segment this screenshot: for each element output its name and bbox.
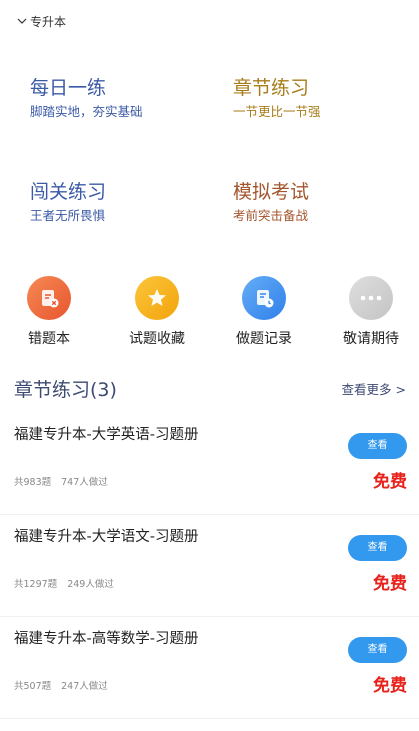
book-name: 福建专升本-大学英语-习题册 (14, 427, 199, 443)
tile-mock-exam[interactable]: 模拟考试 考前突击备战 (233, 180, 309, 225)
more-dots-icon (349, 276, 393, 320)
tile-daily-practice[interactable]: 每日一练 脚踏实地，夯实基础 (30, 76, 143, 121)
tile-subtitle: 脚踏实地，夯实基础 (30, 104, 143, 119)
book-stats: 共1297题 249人做过 (14, 576, 114, 590)
tile-title: 模拟考试 (233, 181, 310, 203)
tile-level-practice[interactable]: 闯关练习 王者无所畏惧 (30, 180, 106, 225)
view-button[interactable]: 查看 (348, 535, 407, 561)
view-button[interactable]: 查看 (348, 637, 407, 663)
shortcut-label: 敬请期待 (343, 331, 399, 347)
tile-subtitle: 王者无所畏惧 (30, 208, 106, 223)
wrong-book-icon (27, 276, 71, 320)
shortcut-wrong-book[interactable]: 错题本 (4, 276, 94, 348)
record-icon (242, 276, 286, 320)
price-badge: 免费 (373, 676, 407, 696)
shortcut-coming-soon[interactable]: 敬请期待 (326, 276, 416, 348)
done-count: 249人做过 (67, 579, 114, 590)
tile-title: 章节练习 (233, 77, 310, 99)
done-count: 247人做过 (61, 681, 108, 692)
list-item[interactable]: 福建专升本-高等数学-习题册 查看 共507题 247人做过 免费 (0, 617, 419, 719)
question-count: 共507题 (14, 681, 52, 692)
chevron-down-icon (17, 18, 27, 24)
tile-subtitle: 一节更比一节强 (233, 104, 321, 119)
book-stats: 共507题 247人做过 (14, 678, 108, 692)
shortcut-label: 试题收藏 (129, 331, 185, 347)
shortcut-favorites[interactable]: 试题收藏 (112, 276, 202, 348)
tile-subtitle: 考前突击备战 (233, 208, 309, 223)
section-title: 章节练习(3) (14, 379, 117, 401)
star-icon (135, 276, 179, 320)
price-badge: 免费 (373, 574, 407, 594)
course-selector[interactable]: 专升本 (16, 12, 66, 30)
book-stats: 共983题 747人做过 (14, 474, 108, 488)
tile-title: 每日一练 (30, 77, 107, 99)
view-button[interactable]: 查看 (348, 433, 407, 459)
shortcut-label: 错题本 (28, 331, 70, 347)
shortcut-records[interactable]: 做题记录 (219, 276, 309, 348)
see-more-link[interactable]: 查看更多 > (342, 379, 406, 398)
chapter-section-header: 章节练习(3) 查看更多 > (14, 375, 406, 401)
question-count: 共1297题 (14, 579, 58, 590)
list-item[interactable]: 福建专升本-大学语文-习题册 查看 共1297题 249人做过 免费 (0, 515, 419, 617)
book-name: 福建专升本-高等数学-习题册 (14, 631, 199, 647)
tile-title: 闯关练习 (30, 181, 107, 203)
book-name: 福建专升本-大学语文-习题册 (14, 529, 199, 545)
course-title: 专升本 (30, 14, 67, 29)
done-count: 747人做过 (61, 477, 108, 488)
price-badge: 免费 (373, 472, 407, 492)
tile-chapter-practice[interactable]: 章节练习 一节更比一节强 (233, 76, 321, 121)
shortcut-label: 做题记录 (236, 331, 292, 347)
shortcut-bar: 错题本 试题收藏 做题记录 敬请期待 (0, 276, 419, 352)
question-count: 共983题 (14, 477, 52, 488)
list-item[interactable]: 福建专升本-大学英语-习题册 查看 共983题 747人做过 免费 (0, 413, 419, 515)
